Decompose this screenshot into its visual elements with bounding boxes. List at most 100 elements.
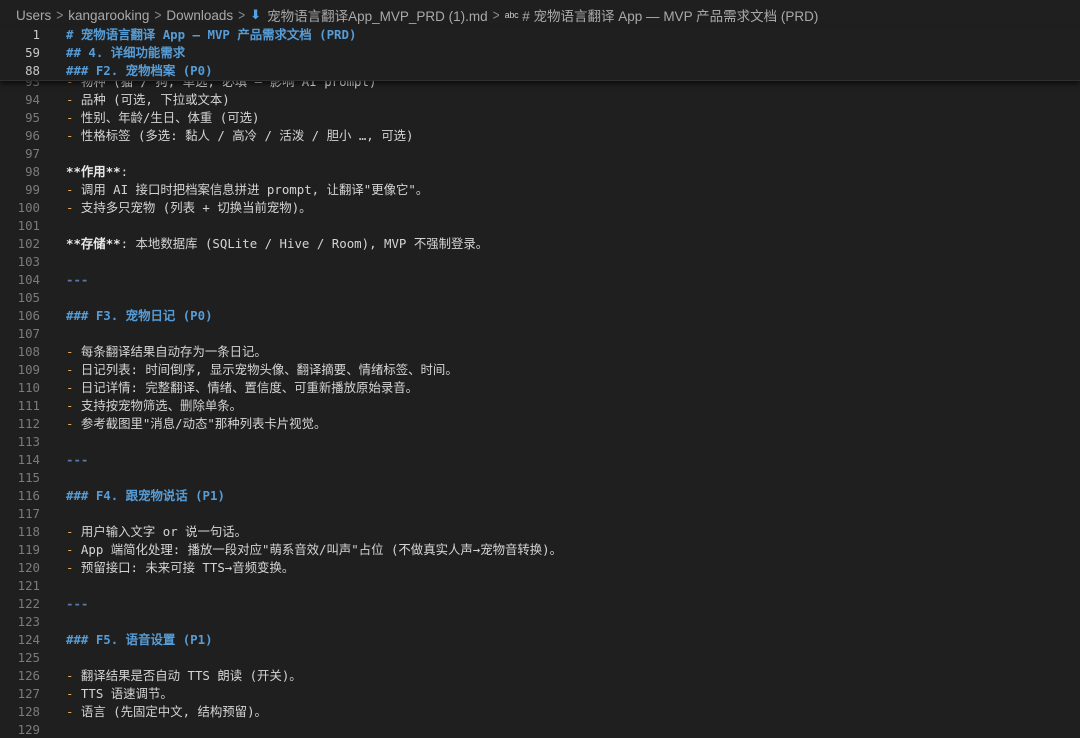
line-number: 93 [25, 80, 40, 89]
sticky-line[interactable]: 1 # 宠物语言翻译 App — MVP 产品需求文档 (PRD) [0, 26, 1080, 44]
chevron-right-icon: > [154, 6, 162, 24]
line-number: 96 [25, 128, 40, 143]
chevron-right-icon: > [56, 6, 64, 24]
line-number: 129 [17, 722, 40, 737]
breadcrumb-item-user[interactable]: kangarooking [68, 8, 149, 23]
code-line[interactable]: 129 [0, 721, 1080, 738]
code-line[interactable]: 108 - 每条翻译结果自动存为一条日记。 [0, 343, 1080, 361]
line-number: 59 [25, 45, 40, 60]
code-line[interactable]: 98 **作用**: [0, 163, 1080, 181]
code-line[interactable]: 107 [0, 325, 1080, 343]
code-line[interactable]: 122 --- [0, 595, 1080, 613]
code-line[interactable]: 126 - 翻译结果是否自动 TTS 朗读 (开关)。 [0, 667, 1080, 685]
code-line[interactable]: 128 - 语言 (先固定中文, 结构预留)。 [0, 703, 1080, 721]
list-item-text: 预留接口: 未来可接 TTS→音频变换。 [73, 560, 295, 575]
code-line[interactable]: 103 [0, 253, 1080, 271]
code-line[interactable]: 116 ### F4. 跟宠物说话 (P1) [0, 487, 1080, 505]
code-line[interactable]: 114 --- [0, 451, 1080, 469]
list-item-text: 参考截图里"消息/动态"那种列表卡片视觉。 [73, 416, 327, 431]
list-item-text: 调用 AI 接口时把档案信息拼进 prompt, 让翻译"更像它"。 [73, 182, 429, 197]
code-line[interactable]: 100 - 支持多只宠物 (列表 + 切换当前宠物)。 [0, 199, 1080, 217]
line-number: 106 [17, 308, 40, 323]
line-number: 104 [17, 272, 40, 287]
code-line[interactable]: 119 - App 端简化处理: 播放一段对应"萌系音效/叫声"占位 (不做真实人… [0, 541, 1080, 559]
line-content: ## 4. 详细功能需求 [66, 44, 185, 62]
code-line[interactable]: 113 [0, 433, 1080, 451]
line-number: 99 [25, 182, 40, 197]
code-line[interactable]: 94 - 品种 (可选, 下拉或文本) [0, 91, 1080, 109]
code-line[interactable]: 110 - 日记详情: 完整翻译、情绪、置信度、可重新播放原始录音。 [0, 379, 1080, 397]
code-line[interactable]: 93 - 物种 (猫 / 狗, 单选, 必填 — 影响 AI prompt) [0, 80, 1080, 91]
line-content: - 参考截图里"消息/动态"那种列表卡片视觉。 [66, 415, 326, 433]
list-item-text: 翻译结果是否自动 TTS 朗读 (开关)。 [73, 668, 302, 683]
code-line[interactable]: 123 [0, 613, 1080, 631]
code-line[interactable]: 106 ### F3. 宠物日记 (P0) [0, 307, 1080, 325]
code-line[interactable]: 111 - 支持按宠物筛选、删除单条。 [0, 397, 1080, 415]
line-number: 115 [17, 470, 40, 485]
code-editor[interactable]: 93 - 物种 (猫 / 狗, 单选, 必填 — 影响 AI prompt) 94 -… [0, 80, 1080, 738]
breadcrumb-item-symbol[interactable]: # 宠物语言翻译 App — MVP 产品需求文档 (PRD) [522, 5, 818, 25]
line-number: 102 [17, 236, 40, 251]
line-number: 94 [25, 92, 40, 107]
horizontal-rule: --- [66, 272, 89, 287]
code-line[interactable]: 124 ### F5. 语音设置 (P1) [0, 631, 1080, 649]
line-number: 108 [17, 344, 40, 359]
code-line[interactable]: 120 - 预留接口: 未来可接 TTS→音频变换。 [0, 559, 1080, 577]
line-number: 101 [17, 218, 40, 233]
sticky-line[interactable]: 59 ## 4. 详细功能需求 [0, 44, 1080, 62]
horizontal-rule: --- [66, 452, 89, 467]
line-number: 110 [17, 380, 40, 395]
line-number: 122 [17, 596, 40, 611]
line-number: 124 [17, 632, 40, 647]
code-line[interactable]: 117 [0, 505, 1080, 523]
code-line[interactable]: 101 [0, 217, 1080, 235]
line-content: - 品种 (可选, 下拉或文本) [66, 91, 230, 109]
line-number: 118 [17, 524, 40, 539]
code-line[interactable]: 105 [0, 289, 1080, 307]
list-item-text: App 端简化处理: 播放一段对应"萌系音效/叫声"占位 (不做真实人声→宠物音… [73, 542, 563, 557]
list-item-text: 支持按宠物筛选、删除单条。 [73, 398, 243, 413]
markdown-heading: # 宠物语言翻译 App — MVP 产品需求文档 (PRD) [66, 27, 357, 42]
horizontal-rule: --- [66, 596, 89, 611]
line-number: 111 [17, 398, 40, 413]
line-content: - 预留接口: 未来可接 TTS→音频变换。 [66, 559, 294, 577]
bold-label: **存储** [66, 236, 121, 251]
code-line[interactable]: 112 - 参考截图里"消息/动态"那种列表卡片视觉。 [0, 415, 1080, 433]
list-item-text: 用户输入文字 or 说一句话。 [73, 524, 248, 539]
code-line[interactable]: 125 [0, 649, 1080, 667]
breadcrumb-item-file[interactable]: 宠物语言翻译App_MVP_PRD (1).md [267, 5, 488, 25]
line-content: **存储**: 本地数据库 (SQLite / Hive / Room), MV… [66, 235, 488, 253]
code-line[interactable]: 115 [0, 469, 1080, 487]
bold-label: **作用** [66, 164, 121, 179]
list-item-text: 品种 (可选, 下拉或文本) [73, 92, 230, 107]
list-item-text: 支持多只宠物 (列表 + 切换当前宠物)。 [73, 200, 312, 215]
code-line[interactable]: 127 - TTS 语速调节。 [0, 685, 1080, 703]
breadcrumb-item-downloads[interactable]: Downloads [166, 8, 233, 23]
line-content: # 宠物语言翻译 App — MVP 产品需求文档 (PRD) [66, 26, 356, 44]
code-line[interactable]: 97 [0, 145, 1080, 163]
line-content: - 性别、年龄/生日、体重 (可选) [66, 109, 259, 127]
paragraph-text: : 本地数据库 (SQLite / Hive / Room), MVP 不强制登… [120, 236, 489, 251]
line-number: 98 [25, 164, 40, 179]
symbol-string-icon: abc [504, 10, 519, 20]
line-content: --- [66, 595, 88, 613]
code-line[interactable]: 102 **存储**: 本地数据库 (SQLite / Hive / Room),… [0, 235, 1080, 253]
code-line[interactable]: 96 - 性格标签 (多选: 黏人 / 高冷 / 活泼 / 胆小 …, 可选) [0, 127, 1080, 145]
code-line[interactable]: 95 - 性别、年龄/生日、体重 (可选) [0, 109, 1080, 127]
code-line[interactable]: 99 - 调用 AI 接口时把档案信息拼进 prompt, 让翻译"更像它"。 [0, 181, 1080, 199]
line-content: - 支持多只宠物 (列表 + 切换当前宠物)。 [66, 199, 312, 217]
code-line[interactable]: 121 [0, 577, 1080, 595]
line-number: 1 [32, 27, 40, 42]
sticky-scroll-header[interactable]: 1 # 宠物语言翻译 App — MVP 产品需求文档 (PRD) 59 ## 4. … [0, 26, 1080, 81]
markdown-heading: ### F2. 宠物档案 (P0) [66, 63, 213, 78]
code-line[interactable]: 104 --- [0, 271, 1080, 289]
line-content: - 物种 (猫 / 狗, 单选, 必填 — 影响 AI prompt) [66, 80, 376, 91]
line-content: - 翻译结果是否自动 TTS 朗读 (开关)。 [66, 667, 302, 685]
sticky-line[interactable]: 88 ### F2. 宠物档案 (P0) [0, 62, 1080, 80]
code-line[interactable]: 118 - 用户输入文字 or 说一句话。 [0, 523, 1080, 541]
markdown-heading: ### F3. 宠物日记 (P0) [66, 308, 213, 323]
breadcrumb-item-users[interactable]: Users [16, 8, 51, 23]
line-number: 112 [17, 416, 40, 431]
code-line[interactable]: 109 - 日记列表: 时间倒序, 显示宠物头像、翻译摘要、情绪标签、时间。 [0, 361, 1080, 379]
line-number: 123 [17, 614, 40, 629]
